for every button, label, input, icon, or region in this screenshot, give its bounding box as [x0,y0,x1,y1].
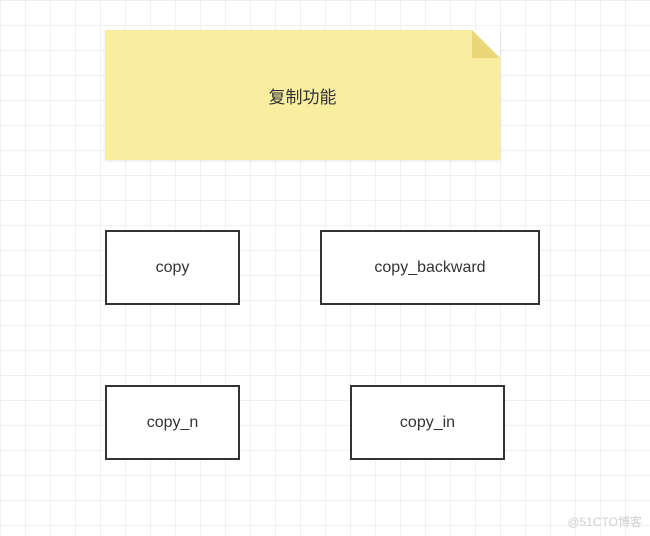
box-copy-backward: copy_backward [320,230,540,305]
note-title: 复制功能 [269,83,337,108]
box-copy-label: copy [156,259,190,277]
box-copy-n: copy_n [105,385,240,460]
box-copy-in-label: copy_in [400,414,455,432]
sticky-note: 复制功能 [105,30,500,160]
box-copy-n-label: copy_n [147,414,199,432]
box-copy-in: copy_in [350,385,505,460]
box-copy: copy [105,230,240,305]
watermark: @51CTO博客 [567,513,642,530]
box-copy-backward-label: copy_backward [374,259,485,277]
